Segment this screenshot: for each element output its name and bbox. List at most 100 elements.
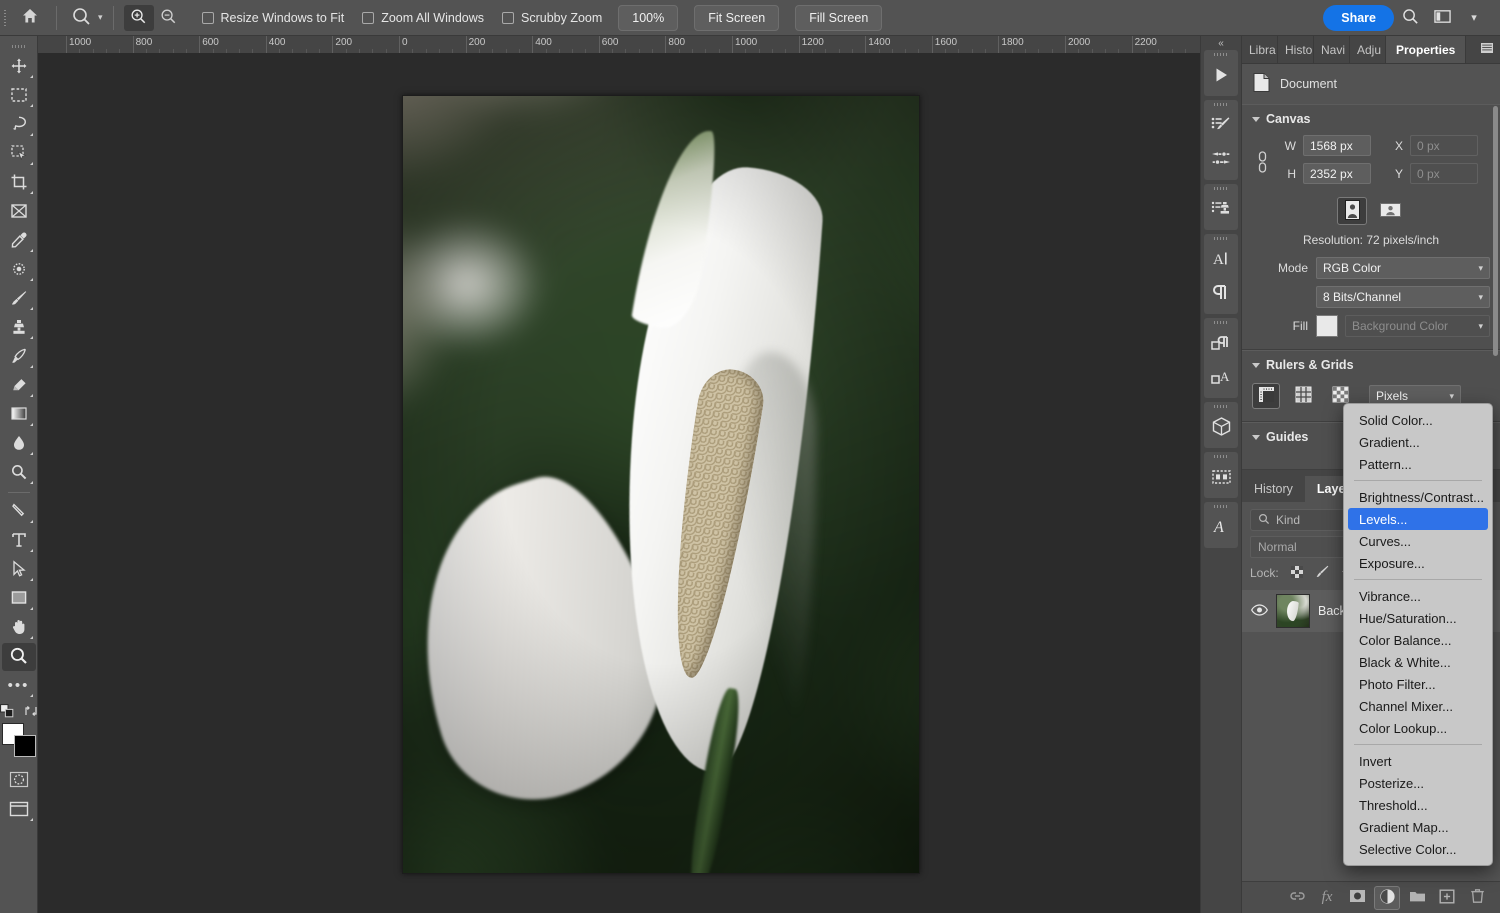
toggle-grid-button[interactable] [1289, 383, 1317, 409]
rail-grip[interactable] [1204, 100, 1238, 109]
clone-stamp-tool[interactable] [2, 314, 36, 342]
paragraph-panel-button[interactable] [1204, 277, 1238, 311]
options-bar-grip[interactable] [0, 0, 10, 36]
timeline-panel-button[interactable] [1204, 461, 1238, 495]
properties-scrollbar[interactable] [1493, 106, 1498, 356]
menu-item[interactable]: Color Lookup... [1348, 717, 1488, 739]
dodge-tool[interactable] [2, 459, 36, 487]
actions-panel-button[interactable] [1204, 59, 1238, 93]
toolbar-grip[interactable] [0, 40, 37, 52]
hand-tool[interactable] [2, 614, 36, 642]
fill-color-swatch[interactable] [1316, 315, 1338, 337]
zoom-in-button[interactable] [124, 5, 154, 31]
bit-depth-select[interactable]: 8 Bits/Channel ▾ [1316, 286, 1490, 308]
scrubby-zoom-checkbox[interactable]: Scrubby Zoom [502, 11, 602, 25]
collapse-panels-icon[interactable]: « [1201, 36, 1241, 50]
link-layers-button[interactable] [1284, 886, 1310, 910]
fit-screen-button[interactable]: Fit Screen [694, 5, 779, 31]
lock-transparency-icon[interactable] [1290, 565, 1304, 582]
default-colors-icon[interactable] [0, 704, 14, 721]
constrain-proportions-button[interactable] [1252, 147, 1272, 180]
screen-mode-button[interactable] [2, 796, 36, 824]
blur-tool[interactable] [2, 430, 36, 458]
canvas-section-header[interactable]: Canvas [1242, 105, 1500, 133]
adjustment-layer-context-menu[interactable]: Solid Color...Gradient...Pattern...Brigh… [1343, 403, 1493, 866]
toggle-rulers-button[interactable] [1252, 383, 1280, 409]
new-layer-button[interactable] [1434, 886, 1460, 910]
quick-mask-button[interactable] [2, 767, 36, 795]
pen-tool[interactable] [2, 498, 36, 526]
landscape-orientation-button[interactable] [1375, 197, 1405, 225]
chevron-down-icon[interactable]: ▾ [98, 12, 103, 23]
menu-item[interactable]: Gradient Map... [1348, 816, 1488, 838]
workspace-chevron-button[interactable]: ▾ [1458, 3, 1490, 33]
path-selection-tool[interactable] [2, 556, 36, 584]
fill-type-select[interactable]: Background Color ▾ [1345, 315, 1490, 337]
tab-adjustments[interactable]: Adju [1350, 36, 1386, 63]
zoom-tool[interactable] [2, 643, 36, 671]
menu-item[interactable]: Channel Mixer... [1348, 695, 1488, 717]
layer-mask-button[interactable] [1344, 886, 1370, 910]
blend-mode-select[interactable]: Normal [1250, 536, 1358, 558]
layer-style-button[interactable]: fx [1314, 886, 1340, 910]
swap-colors-icon[interactable] [24, 704, 38, 721]
search-button[interactable] [1394, 3, 1426, 33]
menu-item[interactable]: Color Balance... [1348, 629, 1488, 651]
zoom-out-button[interactable] [154, 5, 184, 31]
share-button[interactable]: Share [1323, 5, 1394, 31]
fill-screen-button[interactable]: Fill Screen [795, 5, 882, 31]
width-input[interactable]: 1568 px [1303, 135, 1371, 156]
rail-grip[interactable] [1204, 318, 1238, 327]
rail-grip[interactable] [1204, 402, 1238, 411]
menu-item[interactable]: Curves... [1348, 530, 1488, 552]
menu-item[interactable]: Levels... [1348, 508, 1488, 530]
tab-properties[interactable]: Properties [1386, 36, 1466, 63]
adjustment-layer-button[interactable] [1374, 886, 1400, 910]
tab-histogram[interactable]: Histo [1278, 36, 1314, 63]
tab-libraries[interactable]: Libra [1242, 36, 1278, 63]
history-brush-tool[interactable] [2, 343, 36, 371]
menu-item[interactable]: Exposure... [1348, 552, 1488, 574]
character-styles-button[interactable]: A [1204, 361, 1238, 395]
panel-menu-button[interactable] [1474, 36, 1500, 63]
rail-grip[interactable] [1204, 452, 1238, 461]
menu-item[interactable]: Black & White... [1348, 651, 1488, 673]
eraser-tool[interactable] [2, 372, 36, 400]
menu-item[interactable]: Vibrance... [1348, 585, 1488, 607]
background-color-swatch[interactable] [14, 735, 36, 757]
rail-grip[interactable] [1204, 502, 1238, 511]
portrait-orientation-button[interactable] [1337, 197, 1367, 225]
menu-item[interactable]: Hue/Saturation... [1348, 607, 1488, 629]
y-input[interactable]: 0 px [1410, 163, 1478, 184]
edit-toolbar-button[interactable]: ••• [2, 672, 36, 700]
menu-item[interactable]: Solid Color... [1348, 409, 1488, 431]
brush-presets-button[interactable] [1204, 143, 1238, 177]
brush-tool[interactable] [2, 285, 36, 313]
menu-item[interactable]: Posterize... [1348, 772, 1488, 794]
shape-tool[interactable] [2, 585, 36, 613]
rulers-grids-header[interactable]: Rulers & Grids [1242, 351, 1500, 379]
3d-panel-button[interactable] [1204, 411, 1238, 445]
tab-history[interactable]: History [1242, 476, 1305, 502]
tab-navigator[interactable]: Navi [1314, 36, 1350, 63]
rail-grip[interactable] [1204, 50, 1238, 59]
frame-tool[interactable] [2, 198, 36, 226]
menu-item[interactable]: Pattern... [1348, 453, 1488, 475]
clone-source-button[interactable] [1204, 193, 1238, 227]
rail-grip[interactable] [1204, 234, 1238, 243]
glyphs-panel-button[interactable]: A [1204, 511, 1238, 545]
menu-item[interactable]: Selective Color... [1348, 838, 1488, 860]
layer-visibility-toggle[interactable] [1250, 604, 1268, 619]
marquee-tool[interactable] [2, 82, 36, 110]
lasso-tool[interactable] [2, 111, 36, 139]
document-canvas[interactable] [402, 95, 920, 874]
gradient-tool[interactable] [2, 401, 36, 429]
home-button[interactable] [10, 0, 50, 36]
menu-item[interactable]: Threshold... [1348, 794, 1488, 816]
zoom-all-windows-checkbox[interactable]: Zoom All Windows [362, 11, 484, 25]
move-tool[interactable] [2, 53, 36, 81]
new-group-button[interactable] [1404, 886, 1430, 910]
color-mode-select[interactable]: RGB Color ▾ [1316, 257, 1490, 279]
height-input[interactable]: 2352 px [1303, 163, 1371, 184]
resize-windows-to-fit-checkbox[interactable]: Resize Windows to Fit [202, 11, 345, 25]
